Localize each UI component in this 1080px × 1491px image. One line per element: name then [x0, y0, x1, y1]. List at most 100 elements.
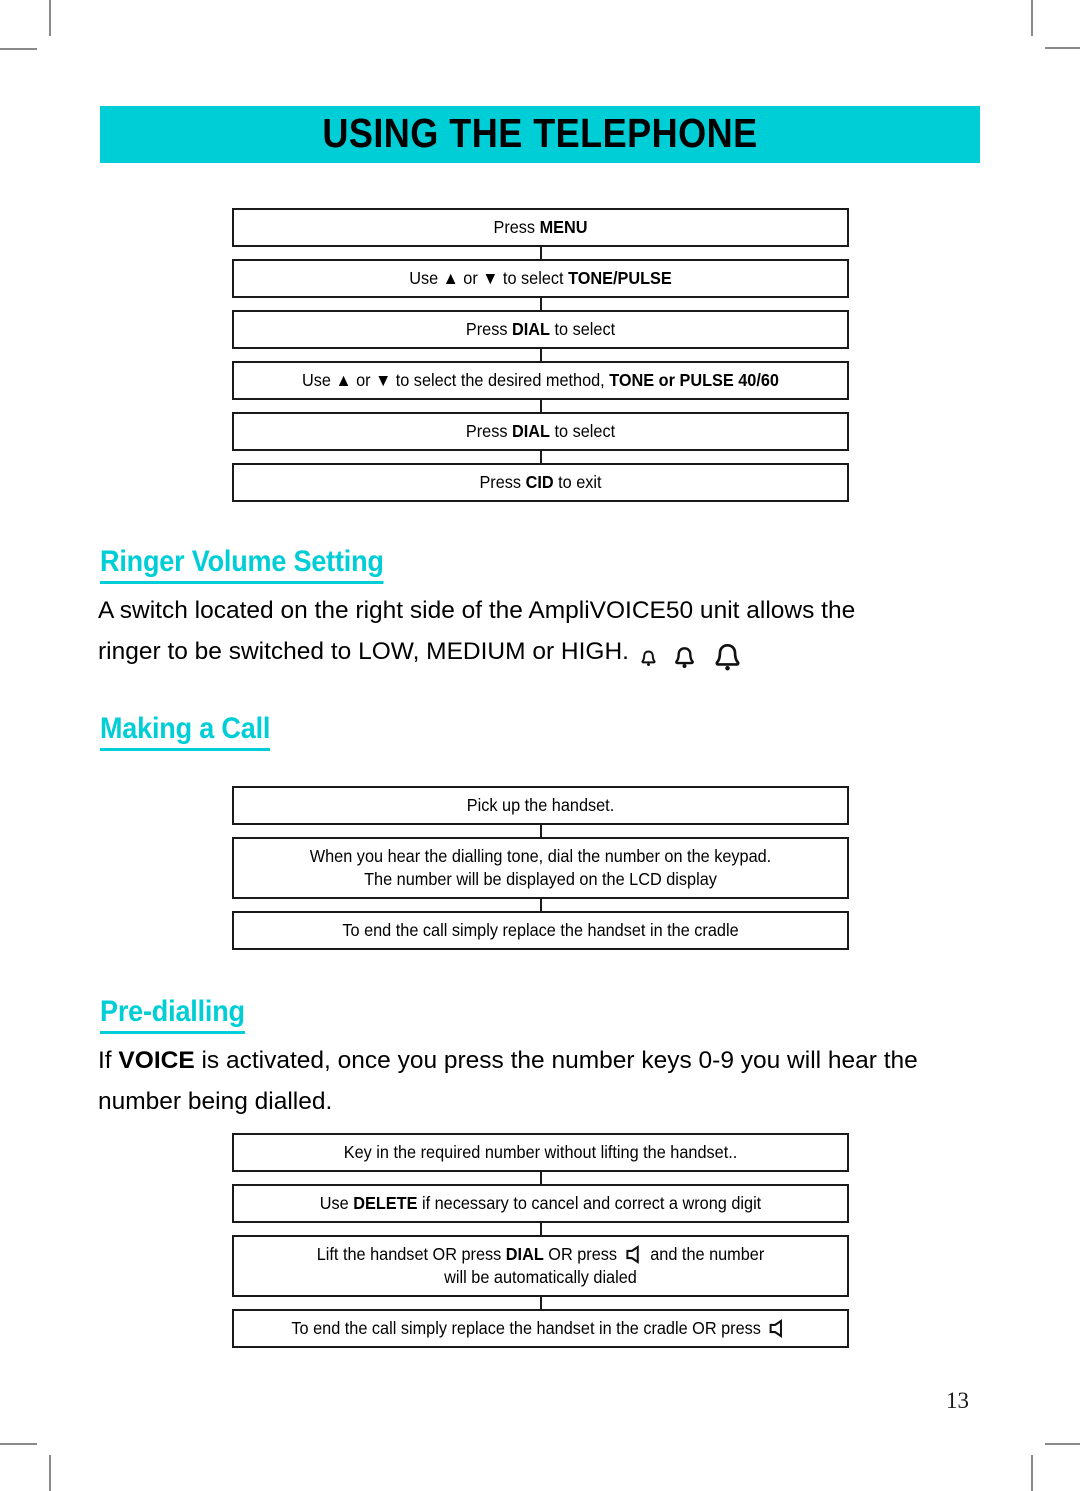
flow-connector	[232, 247, 849, 259]
flow-step-box: Press MENU	[232, 208, 849, 247]
heading-pre-dialling-label: Pre-dialling	[100, 995, 245, 1034]
heading-pre-dialling: Pre-dialling	[100, 995, 261, 1034]
flow-connector	[232, 825, 849, 837]
flow-step-emphasis: DIAL	[512, 319, 550, 339]
flow-step-line: Use DELETE if necessary to cancel and co…	[263, 1192, 818, 1215]
flow-step-emphasis: DELETE	[353, 1193, 418, 1213]
crop-mark-bottom-right-horizontal	[1045, 1443, 1080, 1445]
bell-medium-icon	[674, 647, 694, 668]
pre-dialling-flowchart: Key in the required number without lifti…	[232, 1133, 849, 1348]
crop-mark-top-left-vertical	[49, 0, 51, 36]
bell-large-icon	[715, 643, 740, 671]
pre-dialling-voice-keyword: VOICE	[118, 1047, 195, 1074]
flow-step-box: To end the call simply replace the hands…	[232, 911, 849, 950]
flow-step-box: Use DELETE if necessary to cancel and co…	[232, 1184, 849, 1223]
manual-page: USING THE TELEPHONE Press MENU Use ▲ or ▼…	[0, 0, 1080, 1491]
heading-ringer-volume-setting: Ringer Volume Setting	[100, 545, 415, 584]
flow-step-line: Lift the handset OR press DIAL OR press …	[263, 1243, 818, 1266]
crop-mark-bottom-left-horizontal	[0, 1443, 37, 1445]
crop-mark-top-right-horizontal	[1045, 47, 1080, 49]
flow-step-text: OR press	[543, 1244, 622, 1264]
flow-step-line: The number will be displayed on the LCD …	[263, 868, 818, 891]
flow-step-line: To end the call simply replace the hands…	[263, 919, 818, 942]
ringer-volume-line-1: A switch located on the right side of th…	[98, 590, 982, 631]
flow-step-box: Use ▲ or ▼ to select the desired method,…	[232, 361, 849, 400]
flow-step-box: To end the call simply replace the hands…	[232, 1309, 849, 1348]
heading-ringer-volume-setting-label: Ringer Volume Setting	[100, 545, 384, 584]
flow-step-text: Use ▲ or ▼ to select the desired method,	[301, 370, 610, 390]
flow-step-emphasis: TONE or PULSE 40/60	[609, 370, 779, 390]
ringer-volume-line-1-text: A switch located on the right side of th…	[98, 597, 856, 624]
flow-connector	[232, 298, 849, 310]
flow-step-line: Press MENU	[263, 216, 818, 239]
flow-connector	[232, 899, 849, 911]
flow-step-box: When you hear the dialling tone, dial th…	[232, 837, 849, 899]
flow-step-box: Key in the required number without lifti…	[232, 1133, 849, 1172]
flow-step-text: Pick up the handset.	[466, 795, 615, 815]
crop-mark-bottom-right-vertical	[1031, 1455, 1033, 1491]
page-header-banner: USING THE TELEPHONE	[100, 106, 980, 163]
flow-step-box: Press CID to exit	[232, 463, 849, 502]
flow-step-text: To end the call simply replace the hands…	[342, 920, 739, 940]
flow-step-text: Lift the handset OR press	[316, 1244, 506, 1264]
flow-step-line: will be automatically dialed	[263, 1266, 818, 1289]
flow-step-text: Press	[479, 472, 526, 492]
speaker-icon	[769, 1319, 783, 1338]
flow-step-line: To end the call simply replace the hands…	[263, 1317, 818, 1340]
crop-mark-top-left-horizontal	[0, 48, 37, 50]
pre-dialling-paragraph: If VOICE is activated, once you press th…	[98, 1040, 982, 1122]
flow-connector	[232, 1297, 849, 1309]
flow-step-emphasis: MENU	[539, 217, 588, 237]
flow-step-line: Pick up the handset.	[263, 794, 818, 817]
flow-step-text: to select	[549, 319, 616, 339]
pre-dialling-line-1-rest: is activated, once you press the number …	[194, 1047, 918, 1074]
flow-connector	[232, 1172, 849, 1184]
flow-step-text: Press	[465, 319, 513, 339]
crop-mark-bottom-left-vertical	[49, 1455, 51, 1491]
page-title: USING THE TELEPHONE	[322, 110, 758, 156]
flow-connector	[232, 1223, 849, 1235]
flow-step-emphasis: TONE/PULSE	[568, 268, 672, 288]
ringer-volume-bell-icons	[639, 637, 751, 678]
flow-step-line: When you hear the dialling tone, dial th…	[263, 845, 818, 868]
pre-dialling-line-1: If VOICE is activated, once you press th…	[98, 1040, 982, 1081]
page-number: 13	[946, 1388, 969, 1413]
heading-making-a-call-label: Making a Call	[100, 712, 270, 751]
flow-step-text: will be automatically dialed	[444, 1267, 637, 1287]
pre-dialling-prefix: If	[98, 1047, 119, 1074]
flow-step-text: Press	[493, 217, 540, 237]
flow-step-box: Lift the handset OR press DIAL OR press …	[232, 1235, 849, 1297]
flow-step-text: Press	[465, 421, 513, 441]
flow-step-line: Key in the required number without lifti…	[263, 1141, 818, 1164]
flow-step-text: and the number	[645, 1244, 765, 1264]
making-a-call-flowchart: Pick up the handset. When you hear the di…	[232, 786, 849, 950]
flow-step-line: Press CID to exit	[263, 471, 818, 494]
pre-dialling-line-2-text: number being dialled.	[98, 1088, 333, 1115]
ringer-volume-line-2: ringer to be switched to LOW, MEDIUM or …	[98, 631, 982, 678]
flow-step-box: Press DIAL to select	[232, 310, 849, 349]
flow-connector	[232, 400, 849, 412]
flow-step-text: The number will be displayed on the LCD …	[364, 869, 717, 889]
flow-connector	[232, 349, 849, 361]
flow-step-line: Use ▲ or ▼ to select the desired method,…	[263, 369, 818, 392]
bell-small-icon	[641, 649, 656, 666]
flow-step-box: Press DIAL to select	[232, 412, 849, 451]
flow-step-text: Key in the required number without lifti…	[343, 1142, 738, 1162]
flow-step-text: to select	[549, 421, 616, 441]
flow-step-text: When you hear the dialling tone, dial th…	[309, 846, 772, 866]
flow-step-box: Use ▲ or ▼ to select TONE/PULSE	[232, 259, 849, 298]
ringer-volume-line-2-text: ringer to be switched to LOW, MEDIUM or …	[98, 638, 629, 665]
heading-making-a-call: Making a Call	[100, 712, 289, 751]
pre-dialling-line-2: number being dialled.	[98, 1081, 982, 1122]
flow-step-text: Use	[319, 1193, 354, 1213]
flow-connector	[232, 451, 849, 463]
flow-step-text: To end the call simply replace the hands…	[291, 1318, 766, 1338]
flow-step-text: Use ▲ or ▼ to select	[409, 268, 569, 288]
crop-mark-top-right-vertical	[1031, 0, 1033, 36]
flow-step-emphasis: CID	[525, 472, 554, 492]
flow-step-emphasis: DIAL	[512, 421, 550, 441]
flow-step-emphasis: DIAL	[505, 1244, 544, 1264]
flow-step-line: Press DIAL to select	[263, 318, 818, 341]
flow-step-line: Use ▲ or ▼ to select TONE/PULSE	[263, 267, 818, 290]
flow-step-text: to exit	[553, 472, 602, 492]
